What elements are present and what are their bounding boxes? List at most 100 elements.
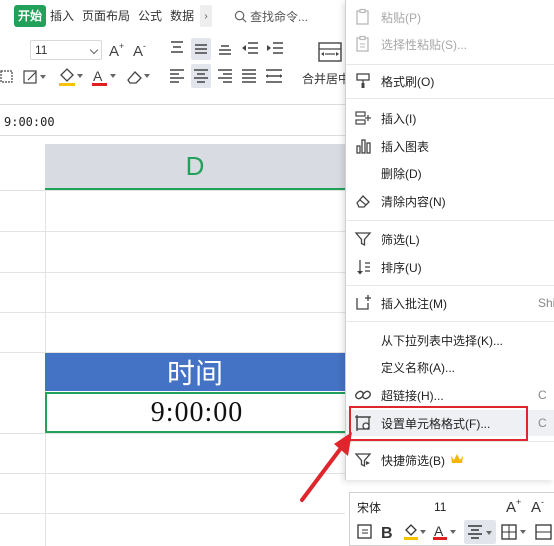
clear-format-icon[interactable] bbox=[124, 66, 152, 88]
tab-data[interactable]: 数据 bbox=[166, 5, 198, 27]
fill-color-icon[interactable] bbox=[402, 522, 428, 542]
font-size-select[interactable]: 11 bbox=[30, 40, 102, 60]
merge-cells-icon[interactable] bbox=[534, 522, 552, 542]
menu-item-paste[interactable]: 粘贴(P) bbox=[346, 4, 554, 30]
svg-text:A: A bbox=[93, 68, 103, 84]
more-tabs-button[interactable]: › bbox=[200, 5, 213, 27]
row-line bbox=[0, 513, 345, 514]
tab-formulas[interactable]: 公式 bbox=[134, 5, 166, 27]
row-line bbox=[0, 433, 345, 434]
merge-center-label[interactable]: 合并居中 bbox=[302, 70, 350, 87]
crown-icon bbox=[451, 454, 463, 463]
cell-d-header[interactable]: 时间 bbox=[45, 353, 345, 391]
chevron-down-icon bbox=[89, 45, 99, 55]
column-header-label: D bbox=[185, 150, 205, 181]
menu-item-pick-from-list[interactable]: 从下拉列表中选择(K)... bbox=[346, 327, 554, 353]
distributed-align-icon[interactable] bbox=[264, 66, 284, 86]
menu-item-paste-special[interactable]: 选择性粘贴(S)... bbox=[346, 31, 554, 57]
svg-text:+: + bbox=[516, 497, 521, 507]
shortcut-hint: C bbox=[538, 416, 547, 430]
menu-item-format-painter[interactable]: 格式刷(O) bbox=[346, 68, 554, 94]
align-right-icon[interactable] bbox=[216, 66, 234, 86]
justify-icon[interactable] bbox=[240, 66, 258, 86]
decrease-indent-icon[interactable] bbox=[240, 38, 260, 58]
command-search[interactable]: 查找命令... bbox=[234, 6, 308, 26]
svg-text:A: A bbox=[531, 499, 541, 516]
align-center-icon[interactable] bbox=[191, 64, 211, 88]
paste-icon bbox=[354, 8, 372, 26]
quick-filter-icon bbox=[354, 451, 372, 469]
decrease-font-icon[interactable]: A- bbox=[132, 40, 150, 60]
increase-indent-icon[interactable] bbox=[265, 38, 285, 58]
filter-icon bbox=[354, 230, 372, 248]
borders-icon[interactable] bbox=[0, 68, 14, 86]
svg-text:A: A bbox=[109, 43, 119, 60]
menu-item-filter[interactable]: 筛选(L) bbox=[346, 226, 554, 252]
tab-insert[interactable]: 插入 bbox=[46, 5, 78, 27]
menu-separator bbox=[346, 321, 554, 322]
paste-special-icon bbox=[354, 35, 372, 53]
highlight-box bbox=[349, 406, 528, 441]
mini-toolbar: 宋体 11 A + A- B A bbox=[349, 492, 554, 546]
shortcut-hint: C bbox=[538, 388, 547, 402]
align-bottom-icon[interactable] bbox=[216, 38, 234, 58]
menu-item-insert-comment[interactable]: 插入批注(M) Shi bbox=[346, 290, 554, 316]
mini-font-size[interactable]: 11 bbox=[434, 497, 504, 517]
cell-header-text: 时间 bbox=[166, 357, 223, 390]
font-color-icon[interactable]: A bbox=[432, 522, 458, 542]
decrease-font-icon[interactable]: A- bbox=[530, 496, 548, 516]
chart-icon bbox=[354, 137, 372, 155]
insert-icon bbox=[354, 109, 372, 127]
menu-separator bbox=[346, 441, 554, 442]
comment-icon bbox=[354, 294, 372, 312]
align-left-icon[interactable] bbox=[168, 66, 186, 86]
menu-separator bbox=[346, 64, 554, 65]
align-top-icon[interactable] bbox=[168, 38, 186, 58]
svg-text:A: A bbox=[434, 523, 444, 539]
font-color-icon[interactable]: A bbox=[90, 66, 118, 88]
menu-item-clear-contents[interactable]: 清除内容(N) bbox=[346, 188, 554, 214]
selected-cell[interactable]: 9:00:00 bbox=[45, 392, 349, 433]
borders-icon[interactable] bbox=[500, 522, 530, 542]
row-line bbox=[0, 231, 345, 232]
tab-page-layout[interactable]: 页面布局 bbox=[78, 5, 134, 27]
merge-cells-icon[interactable] bbox=[316, 40, 344, 64]
svg-text:B: B bbox=[381, 525, 393, 542]
menu-item-sort[interactable]: 排序(U) bbox=[346, 254, 554, 280]
row-line bbox=[0, 190, 345, 191]
fill-color-icon[interactable] bbox=[56, 66, 84, 88]
row-line bbox=[0, 473, 345, 474]
row-line bbox=[0, 312, 345, 313]
menu-item-define-name[interactable]: 定义名称(A)... bbox=[346, 354, 554, 380]
sort-icon bbox=[354, 258, 372, 276]
align-center-icon[interactable] bbox=[464, 520, 496, 544]
font-size-value: 11 bbox=[35, 43, 48, 57]
menu-item-quick-filter[interactable]: 快捷筛选(B) bbox=[346, 447, 554, 473]
bold-icon[interactable]: B bbox=[380, 522, 396, 542]
menu-item-delete[interactable]: 删除(D) bbox=[346, 160, 554, 186]
menu-separator bbox=[346, 98, 554, 99]
align-middle-icon[interactable] bbox=[191, 38, 211, 60]
eraser-icon bbox=[354, 192, 372, 210]
selected-cell-value: 9:00:00 bbox=[150, 396, 244, 428]
mini-font-name[interactable]: 宋体 bbox=[354, 497, 428, 517]
formula-value: 9:00:00 bbox=[4, 115, 55, 129]
search-icon bbox=[234, 10, 247, 22]
format-painter-icon bbox=[354, 72, 372, 90]
column-header-d[interactable]: D bbox=[45, 144, 345, 190]
svg-text:A: A bbox=[506, 499, 516, 516]
menu-item-insert-chart[interactable]: 插入图表 bbox=[346, 133, 554, 159]
tab-home[interactable]: 开始 bbox=[14, 5, 47, 27]
search-placeholder: 查找命令... bbox=[250, 9, 309, 24]
increase-font-icon[interactable]: A + bbox=[108, 40, 126, 60]
format-cells-icon[interactable] bbox=[356, 522, 374, 542]
menu-item-hyperlink[interactable]: 超链接(H)... C bbox=[346, 382, 554, 408]
menu-item-insert[interactable]: 插入(I) bbox=[346, 105, 554, 131]
cell-style-icon[interactable] bbox=[22, 68, 48, 86]
row-line bbox=[0, 272, 345, 273]
increase-font-icon[interactable]: A + bbox=[505, 496, 523, 516]
red-arrow-annotation bbox=[300, 432, 352, 502]
menu-separator bbox=[346, 220, 554, 221]
link-icon bbox=[354, 386, 372, 404]
ribbon-tabs: 开始 插入 页面布局 公式 数据 › bbox=[0, 4, 213, 28]
